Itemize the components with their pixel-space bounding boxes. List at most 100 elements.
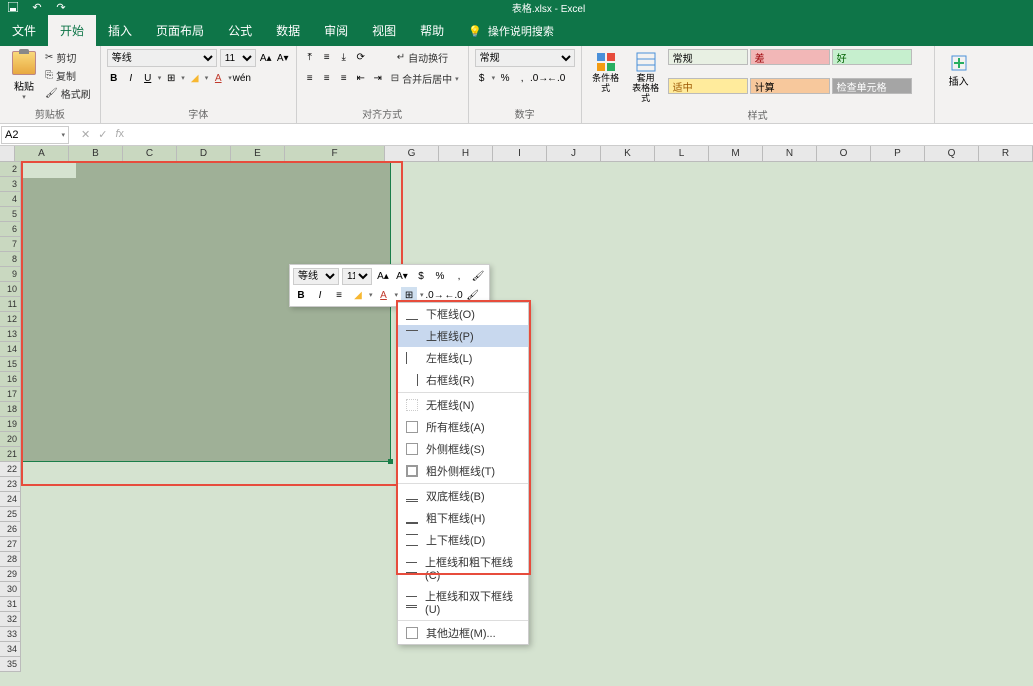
- mini-font-select[interactable]: 等线: [293, 268, 339, 285]
- insert-cells-button[interactable]: 插入: [941, 49, 977, 92]
- col-header-G[interactable]: G: [385, 146, 439, 161]
- comma-icon[interactable]: ,: [515, 71, 529, 85]
- row-header-22[interactable]: 22: [0, 462, 20, 477]
- menu-data[interactable]: 数据: [264, 15, 312, 46]
- align-left-icon[interactable]: ≡: [303, 72, 317, 86]
- row-header-19[interactable]: 19: [0, 417, 20, 432]
- chevron-down-icon[interactable]: ▾: [181, 74, 185, 82]
- mini-size-select[interactable]: 11: [342, 268, 372, 285]
- row-header-13[interactable]: 13: [0, 327, 20, 342]
- col-header-P[interactable]: P: [871, 146, 925, 161]
- row-header-4[interactable]: 4: [0, 192, 20, 207]
- border-none-item[interactable]: 无框线(N): [398, 394, 528, 416]
- row-header-6[interactable]: 6: [0, 222, 20, 237]
- mini-align-icon[interactable]: ≡: [331, 287, 347, 303]
- font-size-select[interactable]: 11: [220, 49, 256, 67]
- chevron-down-icon[interactable]: ▾: [369, 291, 373, 299]
- col-header-Q[interactable]: Q: [925, 146, 979, 161]
- mini-increase-decimal-icon[interactable]: .0→: [427, 287, 443, 303]
- align-middle-icon[interactable]: ≡: [320, 51, 334, 65]
- percent-icon[interactable]: %: [498, 71, 512, 85]
- row-header-21[interactable]: 21: [0, 447, 20, 462]
- border-right-item[interactable]: 右框线(R): [398, 369, 528, 391]
- border-outside-item[interactable]: 外侧框线(S): [398, 438, 528, 460]
- col-header-D[interactable]: D: [177, 146, 231, 161]
- row-header-25[interactable]: 25: [0, 507, 20, 522]
- row-header-27[interactable]: 27: [0, 537, 20, 552]
- row-header-31[interactable]: 31: [0, 597, 20, 612]
- mini-format-painter-icon[interactable]: 🖌: [470, 269, 486, 285]
- decrease-decimal-icon[interactable]: ←.0: [549, 71, 563, 85]
- cancel-icon[interactable]: ✕: [81, 128, 90, 141]
- mini-border-button[interactable]: ⊞: [401, 287, 417, 303]
- border-bottom-item[interactable]: 下框线(O): [398, 303, 528, 325]
- fill-color-button[interactable]: ◢: [188, 71, 202, 85]
- chevron-down-icon[interactable]: ▾: [158, 74, 162, 82]
- decrease-indent-icon[interactable]: ⇤: [354, 72, 368, 86]
- col-header-E[interactable]: E: [231, 146, 285, 161]
- row-header-35[interactable]: 35: [0, 657, 20, 672]
- border-top-double-bottom-item[interactable]: 上框线和双下框线(U): [398, 585, 528, 619]
- save-icon[interactable]: [5, 0, 21, 14]
- row-header-14[interactable]: 14: [0, 342, 20, 357]
- row-header-30[interactable]: 30: [0, 582, 20, 597]
- format-table-button[interactable]: 套用 表格格式: [628, 49, 664, 105]
- redo-icon[interactable]: ↷: [53, 0, 69, 14]
- wrap-text-button[interactable]: ↵自动换行: [394, 49, 451, 66]
- border-top-item[interactable]: 上框线(P): [398, 325, 528, 347]
- mini-decrease-font-icon[interactable]: A▾: [394, 269, 410, 285]
- fx-icon[interactable]: fx: [115, 128, 124, 141]
- style-neutral[interactable]: 适中: [668, 78, 748, 94]
- chevron-down-icon[interactable]: ▾: [205, 74, 209, 82]
- style-bad[interactable]: 差: [750, 49, 830, 65]
- font-family-select[interactable]: 等线: [107, 49, 217, 67]
- row-header-17[interactable]: 17: [0, 387, 20, 402]
- format-painter-button[interactable]: 🖌格式刷: [42, 85, 94, 102]
- row-header-33[interactable]: 33: [0, 627, 20, 642]
- underline-button[interactable]: U: [141, 71, 155, 85]
- menu-view[interactable]: 视图: [360, 15, 408, 46]
- chevron-down-icon[interactable]: ▾: [228, 74, 232, 82]
- italic-button[interactable]: I: [124, 71, 138, 85]
- undo-icon[interactable]: ↶: [29, 0, 45, 14]
- row-header-32[interactable]: 32: [0, 612, 20, 627]
- align-top-icon[interactable]: ⤒: [303, 51, 317, 65]
- col-header-A[interactable]: A: [15, 146, 69, 161]
- row-header-5[interactable]: 5: [0, 207, 20, 222]
- align-center-icon[interactable]: ≡: [320, 72, 334, 86]
- mini-fill-color-icon[interactable]: ◢: [350, 287, 366, 303]
- orientation-icon[interactable]: ⟳: [354, 51, 368, 65]
- align-bottom-icon[interactable]: ⤓: [337, 51, 351, 65]
- menu-review[interactable]: 审阅: [312, 15, 360, 46]
- mini-decrease-decimal-icon[interactable]: ←.0: [446, 287, 462, 303]
- menu-help[interactable]: 帮助: [408, 15, 456, 46]
- style-good[interactable]: 好: [832, 49, 912, 65]
- border-double-bottom-item[interactable]: 双底框线(B): [398, 485, 528, 507]
- style-check-cell[interactable]: 检查单元格: [832, 78, 912, 94]
- row-header-20[interactable]: 20: [0, 432, 20, 447]
- menu-insert[interactable]: 插入: [96, 15, 144, 46]
- col-header-F[interactable]: F: [285, 146, 385, 161]
- chevron-down-icon[interactable]: ▾: [492, 74, 496, 82]
- row-header-18[interactable]: 18: [0, 402, 20, 417]
- row-header-23[interactable]: 23: [0, 477, 20, 492]
- row-header-34[interactable]: 34: [0, 642, 20, 657]
- row-header-9[interactable]: 9: [0, 267, 20, 282]
- menu-formulas[interactable]: 公式: [216, 15, 264, 46]
- row-header-2[interactable]: 2: [0, 162, 20, 177]
- row-header-11[interactable]: 11: [0, 297, 20, 312]
- name-box[interactable]: A2 ▾: [1, 126, 69, 144]
- row-header-3[interactable]: 3: [0, 177, 20, 192]
- cells-area[interactable]: 等线 11 A▴ A▾ $ % , 🖌 B I ≡ ◢ ▾ A ▾ ⊞ ▾ .0…: [21, 162, 1033, 672]
- fill-handle[interactable]: [388, 459, 393, 464]
- select-all-corner[interactable]: [0, 146, 15, 161]
- col-header-I[interactable]: I: [493, 146, 547, 161]
- row-header-8[interactable]: 8: [0, 252, 20, 267]
- col-header-B[interactable]: B: [69, 146, 123, 161]
- cut-button[interactable]: ✂剪切: [42, 49, 94, 66]
- chevron-down-icon[interactable]: ▾: [395, 291, 399, 299]
- col-header-K[interactable]: K: [601, 146, 655, 161]
- copy-button[interactable]: ⎘复制: [42, 67, 94, 84]
- row-header-29[interactable]: 29: [0, 567, 20, 582]
- menu-home[interactable]: 开始: [48, 15, 96, 46]
